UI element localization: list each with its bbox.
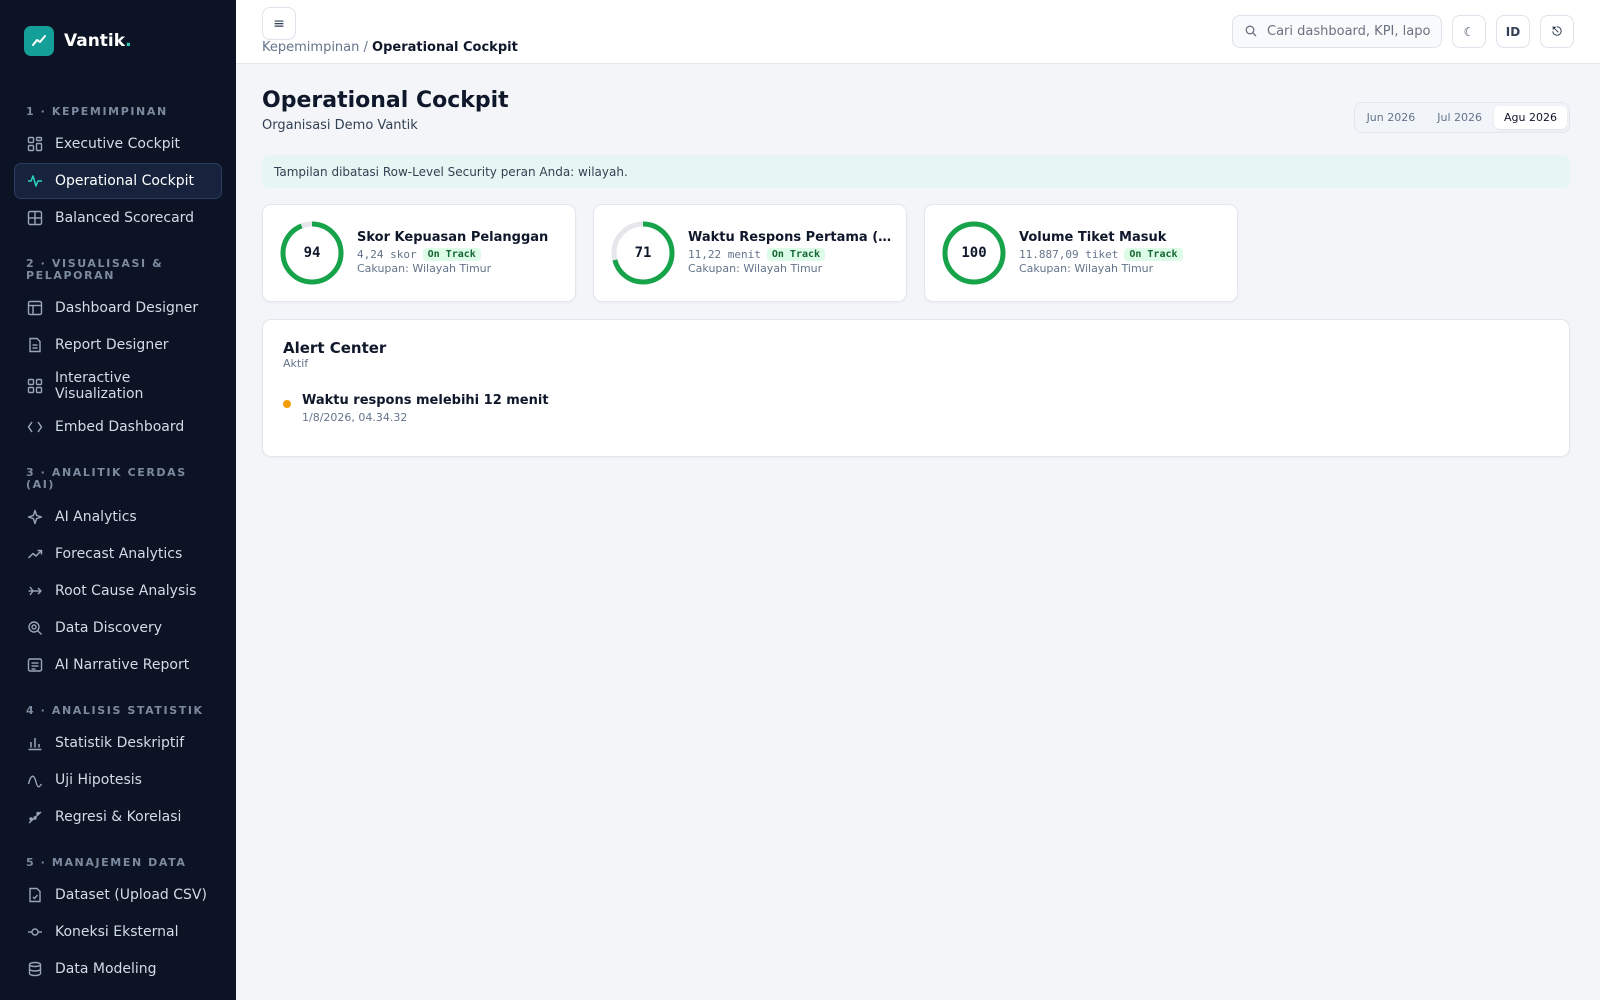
code-icon xyxy=(27,419,43,435)
sidebar-item-embed-dashboard[interactable]: Embed Dashboard xyxy=(14,409,222,445)
sidebar-item-dashboard-designer[interactable]: Dashboard Designer xyxy=(14,290,222,326)
kpi-scope: Cakupan: Wilayah Timur xyxy=(688,262,823,275)
page-subtitle: Organisasi Demo Vantik xyxy=(262,118,418,133)
sidebar-item-data-modeling[interactable]: Data Modeling xyxy=(14,951,222,987)
connection-icon xyxy=(27,924,43,940)
period-tab-jul[interactable]: Jul 2026 xyxy=(1427,106,1492,129)
layout-icon xyxy=(27,300,43,316)
sidebar-item-koneksi-eksternal[interactable]: Koneksi Eksternal xyxy=(14,914,222,950)
split-arrow-icon xyxy=(27,583,43,599)
brand-logo-icon xyxy=(24,26,54,56)
period-selector: Jun 2026 Jul 2026 Agu 2026 xyxy=(1353,102,1570,133)
sidebar-item-balanced-scorecard[interactable]: Balanced Scorecard xyxy=(14,200,222,236)
sidebar-item-operational-cockpit[interactable]: Operational Cockpit xyxy=(14,163,222,199)
sidebar-item-data-discovery[interactable]: Data Discovery xyxy=(14,610,222,646)
kpi-name: Waktu Respons Pertama (menit) xyxy=(688,230,896,245)
sidebar-item-uji-hipotesis[interactable]: Uji Hipotesis xyxy=(14,762,222,798)
sidebar-item-interactive-visualization[interactable]: Interactive Visualization xyxy=(14,364,222,408)
kpi-score: 94 xyxy=(303,245,321,261)
alert-center-title: Alert Center xyxy=(283,339,387,357)
database-icon xyxy=(27,961,43,977)
section-title-visualisasi: 2 · VISUALISASI & PELAPORAN xyxy=(26,257,164,282)
sidebar-item-forecast-analytics[interactable]: Forecast Analytics xyxy=(14,536,222,572)
sidebar-item-report-designer[interactable]: Report Designer xyxy=(14,327,222,363)
kpi-scope: Cakupan: Wilayah Timur xyxy=(1019,262,1154,275)
sidebar-item-regresi-korelasi[interactable]: Regresi & Korelasi xyxy=(14,799,222,835)
kpi-value: 11.887,09 tiket xyxy=(1019,248,1119,261)
topbar: ≡ Kepemimpinan / Operational Cockpit ☾ I… xyxy=(236,0,1600,64)
kpi-score: 71 xyxy=(634,245,652,261)
menu-toggle-button[interactable]: ≡ xyxy=(262,7,296,40)
kpi-row: 94 Skor Kepuasan Pelanggan 4,24 skor On … xyxy=(262,204,1238,302)
period-tab-agu[interactable]: Agu 2026 xyxy=(1494,106,1567,129)
theme-toggle-button[interactable]: ☾ xyxy=(1452,15,1486,48)
grid-icon xyxy=(27,136,43,152)
sidebar-item-ai-analytics[interactable]: AI Analytics xyxy=(14,499,222,535)
alert-message: Waktu respons melebihi 12 menit xyxy=(302,393,549,408)
language-button[interactable]: ID xyxy=(1496,15,1530,48)
language-label: ID xyxy=(1505,24,1521,39)
search-zoom-icon xyxy=(27,620,43,636)
alert-center-status: Aktif xyxy=(283,357,309,370)
file-text-icon xyxy=(27,337,43,353)
kpi-score: 100 xyxy=(961,245,987,261)
sparkle-icon xyxy=(27,509,43,525)
section-title-kepemimpinan: 1 · KEPEMIMPINAN xyxy=(26,105,168,118)
file-csv-icon xyxy=(27,887,43,903)
section-title-statistik: 4 · ANALISIS STATISTIK xyxy=(26,704,204,717)
kpi-name: Volume Tiket Masuk xyxy=(1019,230,1167,245)
alert-timestamp: 1/8/2026, 04.34.32 xyxy=(302,411,408,424)
kpi-scope: Cakupan: Wilayah Timur xyxy=(357,262,492,275)
table-grid-icon xyxy=(27,210,43,226)
grid-icon xyxy=(27,378,43,394)
brand[interactable]: Vantik. xyxy=(24,26,132,56)
search-box[interactable] xyxy=(1232,15,1442,48)
alert-center: Alert Center Aktif Waktu respons melebih… xyxy=(262,319,1570,457)
search-input[interactable] xyxy=(1267,24,1432,39)
wave-icon xyxy=(27,772,43,788)
kpi-card-volume-tiket[interactable]: 100 Volume Tiket Masuk 11.887,09 tiket O… xyxy=(924,204,1238,302)
status-badge: On Track xyxy=(422,248,481,261)
section-title-analitik: 3 · ANALITIK CERDAS (AI) xyxy=(26,466,187,491)
logout-button[interactable]: ⎋ xyxy=(1540,15,1574,48)
sidebar: Vantik. 1 · KEPEMIMPINAN Executive Cockp… xyxy=(0,0,236,1000)
narrative-icon xyxy=(27,657,43,673)
warning-dot-icon xyxy=(283,400,291,408)
pulse-icon xyxy=(27,173,43,189)
logout-icon: ⎋ xyxy=(1552,24,1562,38)
sidebar-item-dataset-upload[interactable]: Dataset (Upload CSV) xyxy=(14,877,222,913)
kpi-card-waktu-respons[interactable]: 71 Waktu Respons Pertama (menit) 11,22 m… xyxy=(593,204,907,302)
sidebar-item-executive-cockpit[interactable]: Executive Cockpit xyxy=(14,126,222,162)
brand-name: Vantik. xyxy=(64,31,132,51)
bar-chart-icon xyxy=(27,735,43,751)
scatter-trend-icon xyxy=(27,809,43,825)
breadcrumb-current: Operational Cockpit xyxy=(372,40,518,55)
hamburger-icon: ≡ xyxy=(273,15,285,32)
page-title: Operational Cockpit xyxy=(262,88,509,113)
kpi-name: Skor Kepuasan Pelanggan xyxy=(357,230,549,245)
sidebar-item-ai-narrative-report[interactable]: AI Narrative Report xyxy=(14,647,222,683)
status-badge: On Track xyxy=(766,248,826,261)
trend-up-icon xyxy=(27,546,43,562)
rls-notice: Tampilan dibatasi Row-Level Security per… xyxy=(262,155,1570,188)
kpi-card-kepuasan[interactable]: 94 Skor Kepuasan Pelanggan 4,24 skor On … xyxy=(262,204,576,302)
sidebar-nav: 1 · KEPEMIMPINAN Executive Cockpit Opera… xyxy=(14,96,222,987)
search-icon xyxy=(1245,22,1257,41)
sidebar-item-statistik-deskriptif[interactable]: Statistik Deskriptif xyxy=(14,725,222,761)
sidebar-item-root-cause-analysis[interactable]: Root Cause Analysis xyxy=(14,573,222,609)
moon-icon: ☾ xyxy=(1463,24,1475,39)
kpi-value: 11,22 menit xyxy=(688,248,761,261)
breadcrumb: Kepemimpinan / Operational Cockpit xyxy=(262,40,518,55)
section-title-manajemen-data: 5 · MANAJEMEN DATA xyxy=(26,856,187,869)
status-badge: On Track xyxy=(1124,248,1183,261)
period-tab-jun[interactable]: Jun 2026 xyxy=(1357,106,1426,129)
kpi-value: 4,24 skor xyxy=(357,248,417,261)
breadcrumb-parent[interactable]: Kepemimpinan xyxy=(262,40,359,55)
